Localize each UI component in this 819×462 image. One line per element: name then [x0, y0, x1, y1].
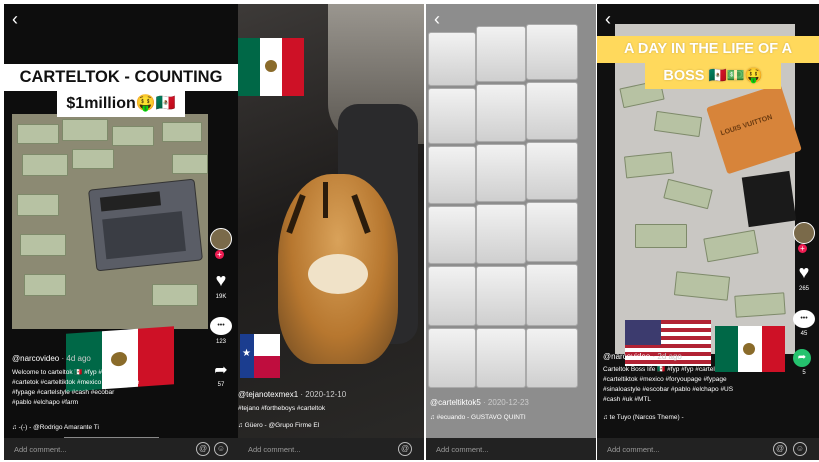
video-description: Welcome to carteltok 🇲🇽 #fyp #fyp #carte… — [12, 369, 140, 406]
like-count: 265 — [798, 286, 809, 292]
creator-avatar[interactable] — [793, 222, 815, 244]
comment-icon[interactable]: ••• — [210, 317, 232, 335]
back-button[interactable]: ‹ — [12, 10, 18, 28]
emoji-icon[interactable]: ☺ — [793, 442, 807, 456]
music-track[interactable]: ♫ te Tuyo (Narcos Theme) - — [603, 414, 684, 421]
mention-icon[interactable]: @ — [196, 442, 210, 456]
creator-username[interactable]: @carteltiktok5 · 2020-12-23 — [430, 398, 529, 407]
package-brick — [476, 84, 526, 142]
package-brick — [476, 26, 526, 82]
package-brick — [428, 32, 476, 86]
mention-icon[interactable]: @ — [398, 442, 412, 456]
comment-count: 123 — [215, 339, 226, 345]
follow-plus-icon[interactable]: + — [798, 244, 807, 253]
video-caption-line2: BOSS 🇲🇽💵🤑 — [645, 63, 781, 89]
comment-input[interactable]: Add comment... — [14, 445, 67, 454]
louis-vuitton-bag: LOUIS VUITTON — [706, 83, 802, 175]
video-description: #tejano #fortheboys #carteltok — [238, 405, 326, 412]
package-brick — [526, 24, 578, 80]
package-brick — [526, 142, 578, 200]
comment-bar[interactable]: Add comment... — [426, 438, 596, 460]
package-brick — [476, 328, 526, 388]
back-button[interactable]: ‹ — [434, 10, 440, 28]
bag-brand-text: LOUIS VUITTON — [719, 113, 774, 138]
package-brick — [526, 328, 578, 388]
video-panel-tiger[interactable]: ★ @tejanotexmex1 · 2020-12-10 #tejano #f… — [238, 4, 424, 460]
video-description: Carteltok Boss life 🇲🇽 #fyp #fyp #cartel… — [603, 366, 734, 403]
money-pile-image — [12, 114, 208, 329]
comment-input[interactable]: Add comment... — [607, 445, 660, 454]
creator-username[interactable]: @narcovideo · 4d ago — [12, 354, 91, 363]
creator-username[interactable]: @narcovideo · 2d ago — [603, 352, 682, 361]
video-panel-bricks[interactable]: ‹ @carteltiktok5 · 2020-12-23 ♫ #ecuando… — [426, 4, 596, 460]
back-button[interactable]: ‹ — [605, 10, 611, 28]
package-brick — [428, 88, 476, 144]
like-count: 19K — [215, 294, 227, 300]
emoji-icon[interactable]: ☺ — [214, 442, 228, 456]
package-brick — [476, 204, 526, 264]
money-counter-machine — [88, 178, 203, 272]
creator-username[interactable]: @tejanotexmex1 · 2020-12-10 — [238, 390, 346, 399]
comment-icon[interactable]: ••• — [793, 310, 815, 328]
comment-bar[interactable]: Add comment... @ — [238, 438, 424, 460]
music-track[interactable]: ♫ #ecuando - GUSTAVO QUINTI — [430, 414, 526, 421]
creator-avatar[interactable] — [210, 228, 232, 250]
video-panel-boss[interactable]: LOUIS VUITTON ‹ A DAY IN THE LIFE OF A B… — [597, 4, 819, 460]
tiger-cub-image — [278, 174, 398, 364]
package-brick — [526, 82, 578, 140]
package-brick — [526, 264, 578, 326]
share-count: 57 — [217, 382, 225, 388]
mexico-flag-graphic — [238, 38, 304, 96]
video-caption-line2: $1million🤑🇲🇽 — [57, 91, 185, 117]
comment-bar[interactable]: Add comment... @ ☺ — [4, 438, 238, 460]
comment-input[interactable]: Add comment... — [248, 445, 301, 454]
video-caption-line1: CARTELTOK - COUNTING — [4, 64, 238, 91]
black-box — [741, 170, 797, 228]
package-brick — [526, 202, 578, 262]
heart-icon[interactable]: ♥ — [209, 270, 233, 291]
mention-icon[interactable]: @ — [773, 442, 787, 456]
package-brick — [476, 266, 526, 326]
comment-input[interactable]: Add comment... — [436, 445, 489, 454]
share-icon[interactable]: ➦ — [209, 360, 233, 380]
video-caption-line1: A DAY IN THE LIFE OF A — [597, 36, 819, 63]
comment-bar[interactable]: Add comment... @ ☺ — [597, 438, 819, 460]
texas-flag-graphic: ★ — [240, 334, 280, 378]
package-brick — [428, 328, 476, 388]
package-brick — [428, 266, 476, 326]
package-brick — [428, 206, 476, 264]
video-panel-counting[interactable]: ‹ CARTELTOK - COUNTING $1million🤑🇲🇽 + ♥ … — [4, 4, 238, 460]
follow-plus-icon[interactable]: + — [215, 250, 224, 259]
heart-icon[interactable]: ♥ — [792, 262, 816, 283]
package-brick — [476, 144, 526, 202]
music-track[interactable]: ♫ Güero - @Grupo Firme El — [238, 422, 319, 429]
comment-count: 45 — [800, 331, 808, 337]
music-track[interactable]: ♫ -(-) - @Rodrigo Amarante Ti — [12, 424, 99, 431]
package-brick — [428, 146, 476, 204]
